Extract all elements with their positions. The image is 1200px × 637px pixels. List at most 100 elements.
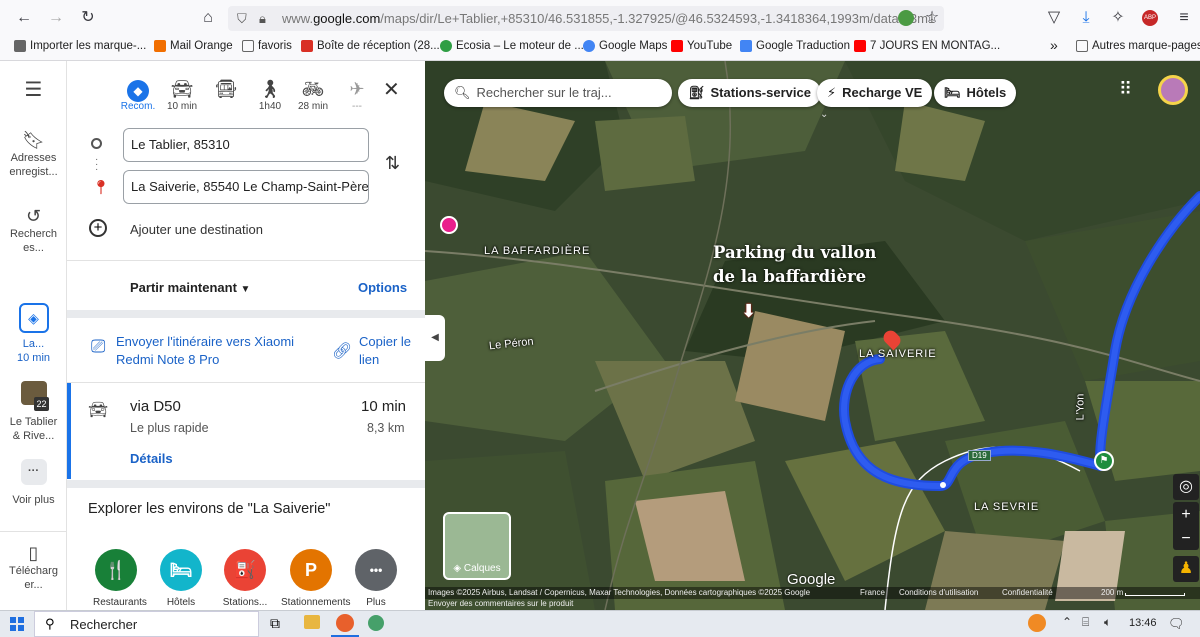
privacy-link[interactable]: Confidentialité [1002,587,1053,599]
add-destination-button[interactable]: Ajouter une destination [130,222,263,237]
bookmark-item[interactable]: Mail Orange [154,40,233,52]
ev-charging-icon: ⚡︎ [827,85,837,100]
chip-fuel-stations[interactable]: ⛽︎ Stations-service [678,79,821,107]
bookmarks-bar: Importer les marque-... Mail Orange favo… [0,37,1200,58]
send-to-phone-button[interactable]: Envoyer l'itinéraire vers Xiaomi Redmi N… [116,333,316,369]
saved-places-button[interactable]: 🔖︎ Adresses enregist... [0,129,67,179]
origin-marker-icon[interactable]: ⚑ [1094,451,1114,471]
zoom-out-button[interactable]: − [1173,526,1199,550]
other-bookmarks[interactable]: Autres marque-pages [1076,40,1200,52]
hamburger-menu-icon[interactable]: ☰ [0,80,67,100]
mode-plane[interactable]: ✈ --- [337,77,377,112]
add-destination-icon[interactable]: + [89,219,107,237]
explore-more[interactable]: ••• Plus [353,549,399,608]
notifications-icon[interactable]: 🗨︎ [1168,616,1185,632]
reload-icon[interactable]: ↻ [76,6,100,30]
bookmark-item[interactable]: 7 JOURS EN MONTAG... [854,40,1000,52]
explore-title: Explorer les environs de "La Saiverie" [88,501,331,517]
arrow-down-icon: ⬇ [741,301,757,321]
chip-hotels[interactable]: 🛏︎ Hôtels [934,79,1017,107]
explore-stations[interactable]: ⛽ Stations... [222,549,268,608]
terms-link[interactable]: Conditions d'utilisation [899,587,978,599]
bookmarks-overflow[interactable]: » [1050,37,1058,53]
swap-icon[interactable]: ⇅ [385,153,400,174]
map-canvas[interactable]: ◀ 🔍︎ Rechercher sur le traj... ⛽︎ Stations… [425,61,1200,610]
road-label: D19 [968,450,991,461]
mode-walk[interactable]: 🚶︎ 1h40 [250,77,290,112]
mode-best-route[interactable]: ◆ Recom. [118,77,158,112]
chip-ev-charging[interactable]: ⚡︎ Recharge VE [817,79,933,107]
route-duration: 10 min [361,398,407,415]
forward-arrow-icon[interactable]: → [44,6,68,30]
directions-rail-button[interactable]: ◈ La... 10 min [0,303,67,365]
explore-restaurants[interactable]: 🍴 Restaurants [93,549,147,608]
details-button[interactable]: Détails [130,451,173,466]
account-avatar[interactable] [1158,75,1188,105]
bookmark-item[interactable]: Boîte de réception (28... [301,40,440,52]
bookmark-item[interactable]: Google Traduction [740,40,850,52]
my-location-icon[interactable]: ◎ [1173,474,1199,500]
address-bar[interactable]: ⛉ 🔒︎ www.google.com/maps/dir/Le+Tablier,… [228,6,944,31]
bookmark-item[interactable]: favoris [242,40,292,52]
menu-icon[interactable]: ≡ [1172,6,1196,30]
directions-icon: ◈ [18,303,49,333]
close-icon[interactable]: ✕ [383,77,400,102]
origin-field[interactable]: Le Tablier, 85310 [123,128,369,162]
clock[interactable]: 13:46 [1129,617,1157,629]
explore-parking[interactable]: P Stationnements [281,549,351,608]
feedback-link[interactable]: Envoyer des commentaires sur le produit [428,599,573,608]
url-prefix: www. [282,11,314,26]
poi-marker-icon[interactable] [440,216,458,234]
car-icon: 🚘︎ [88,402,109,419]
url-domain: google.com [313,11,381,26]
depart-now-dropdown[interactable]: Partir maintenant ▼ [130,280,250,295]
country-link[interactable]: France [860,587,885,599]
weather-icon[interactable] [1028,614,1046,632]
route-option-card[interactable]: 🚘︎ via D50 10 min Le plus rapide 8,3 km … [67,383,425,479]
options-button[interactable]: Options [358,280,407,295]
zoom-in-button[interactable]: + [1173,502,1199,526]
apps-grid-icon[interactable]: ⠿ [1119,79,1132,100]
extension-globe-icon[interactable] [898,10,914,26]
taskbar-search[interactable]: ⚲ Rechercher [34,611,259,637]
map-search-input[interactable]: 🔍︎ Rechercher sur le traj... [444,79,672,107]
place-label: LA BAFFARDIÈRE [484,245,591,257]
bookmark-item[interactable]: YouTube [671,40,732,52]
copy-link-button[interactable]: Copier le lien [359,333,419,369]
firefox-icon[interactable] [336,614,354,632]
tray-chevron-icon[interactable]: ⌃ [1062,615,1072,629]
download-app-button[interactable]: ▯ Télécharg er... [0,531,67,592]
file-explorer-icon[interactable] [304,615,320,629]
app-icon[interactable] [368,615,384,631]
fuel-icon: ⛽ [224,549,266,591]
mode-car[interactable]: 🚘︎ 10 min [162,77,202,112]
home-icon[interactable]: ⌂ [196,6,220,30]
chevron-down-icon[interactable]: ⌄ [820,109,828,120]
more-icon: ··· [20,459,47,485]
layers-button[interactable]: ◈ Calques [443,512,511,580]
network-icon[interactable]: ⌸ [1082,615,1089,630]
street-view-pegman-icon[interactable]: ♟ [1173,556,1199,582]
extensions-icon[interactable]: ✧ [1106,6,1130,30]
explore-hotels[interactable]: 🛏 Hôtels [158,549,204,608]
recent-button[interactable]: ↺ Recherch es... [0,205,67,255]
best-route-icon: ◆ [118,77,158,102]
back-arrow-icon[interactable]: ← [12,6,36,30]
mode-transit[interactable]: 🚍︎ [206,77,246,101]
volume-icon[interactable]: 🔈︎ [1104,615,1111,630]
recent-place-tablier[interactable]: 22 Le Tablier & Rive... [0,381,67,443]
task-view-icon[interactable]: ⧉ [270,615,280,632]
pocket-icon[interactable]: ▽ [1042,6,1066,30]
collapse-panel-button[interactable]: ◀ [425,315,445,361]
destination-field[interactable]: La Saiverie, 85540 Le Champ-Saint-Père [123,170,369,204]
windows-start-icon[interactable] [10,617,24,631]
more-button[interactable]: ··· Voir plus [0,459,67,507]
bookmark-item[interactable]: Google Maps [583,40,667,52]
bookmark-item[interactable]: Importer les marque-... [14,40,146,52]
bookmark-star-icon[interactable]: ☆ [920,6,944,30]
download-icon[interactable]: ⤓ [1074,6,1098,30]
bookmark-item[interactable]: Ecosia – Le moteur de ... [440,40,584,52]
url-rest: /maps/dir/Le+Tablier,+85310/46.531855,-1… [380,11,936,26]
adblock-icon[interactable]: ABP [1142,10,1158,26]
mode-bike[interactable]: 🚲︎ 28 min [293,77,333,112]
